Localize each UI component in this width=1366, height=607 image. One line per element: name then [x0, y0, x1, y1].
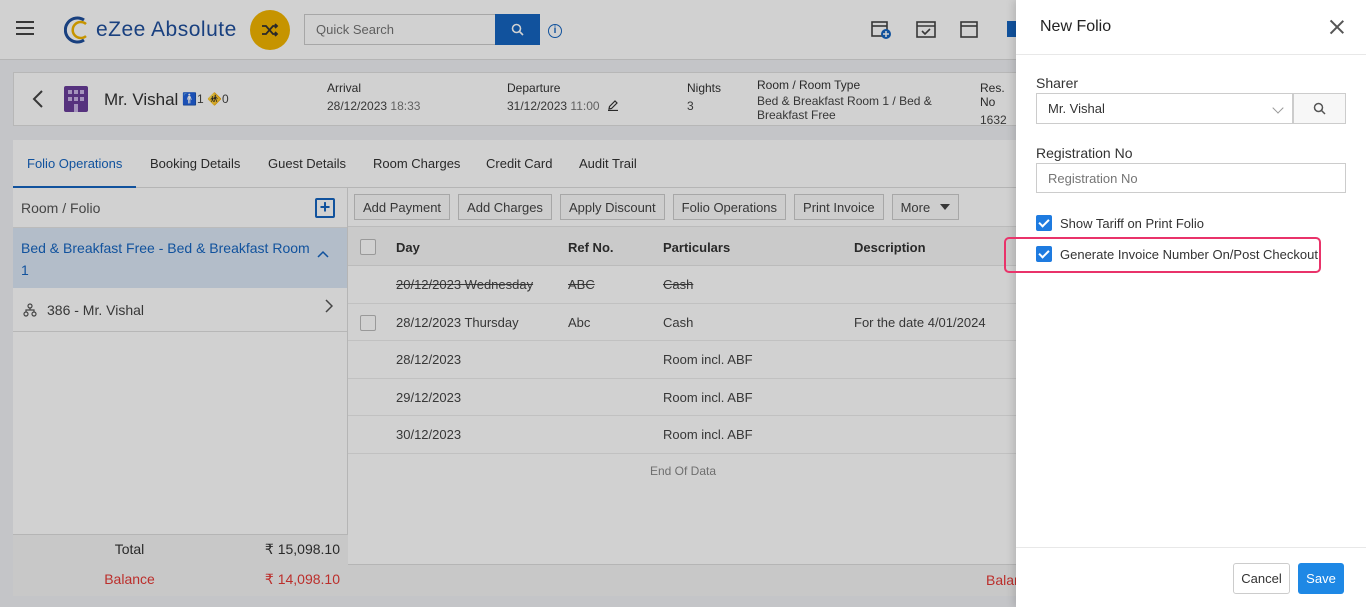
sharer-select[interactable]: Mr. Vishal [1036, 93, 1293, 124]
modal-overlay[interactable] [0, 0, 1016, 607]
close-icon[interactable] [1328, 18, 1346, 36]
sharer-value: Mr. Vishal [1048, 101, 1105, 116]
highlight-annotation [1004, 237, 1321, 273]
show-tariff-label[interactable]: Show Tariff on Print Folio [1060, 216, 1204, 231]
chevron-down-icon [1272, 102, 1284, 114]
new-folio-drawer: New Folio Sharer Mr. Vishal Registration… [1016, 0, 1366, 607]
sharer-label: Sharer [1036, 75, 1079, 91]
search-icon [1313, 102, 1326, 115]
drawer-footer: Cancel Save [1016, 547, 1366, 607]
save-button[interactable]: Save [1298, 563, 1344, 594]
registration-input[interactable] [1036, 163, 1346, 193]
show-tariff-option[interactable]: Show Tariff on Print Folio [1036, 215, 1204, 231]
registration-label: Registration No [1036, 145, 1133, 161]
drawer-title: New Folio [1040, 18, 1112, 35]
show-tariff-checkbox[interactable] [1036, 215, 1052, 231]
cancel-button[interactable]: Cancel [1233, 563, 1290, 594]
drawer-header: New Folio [1016, 0, 1366, 55]
sharer-search-button[interactable] [1293, 93, 1346, 124]
